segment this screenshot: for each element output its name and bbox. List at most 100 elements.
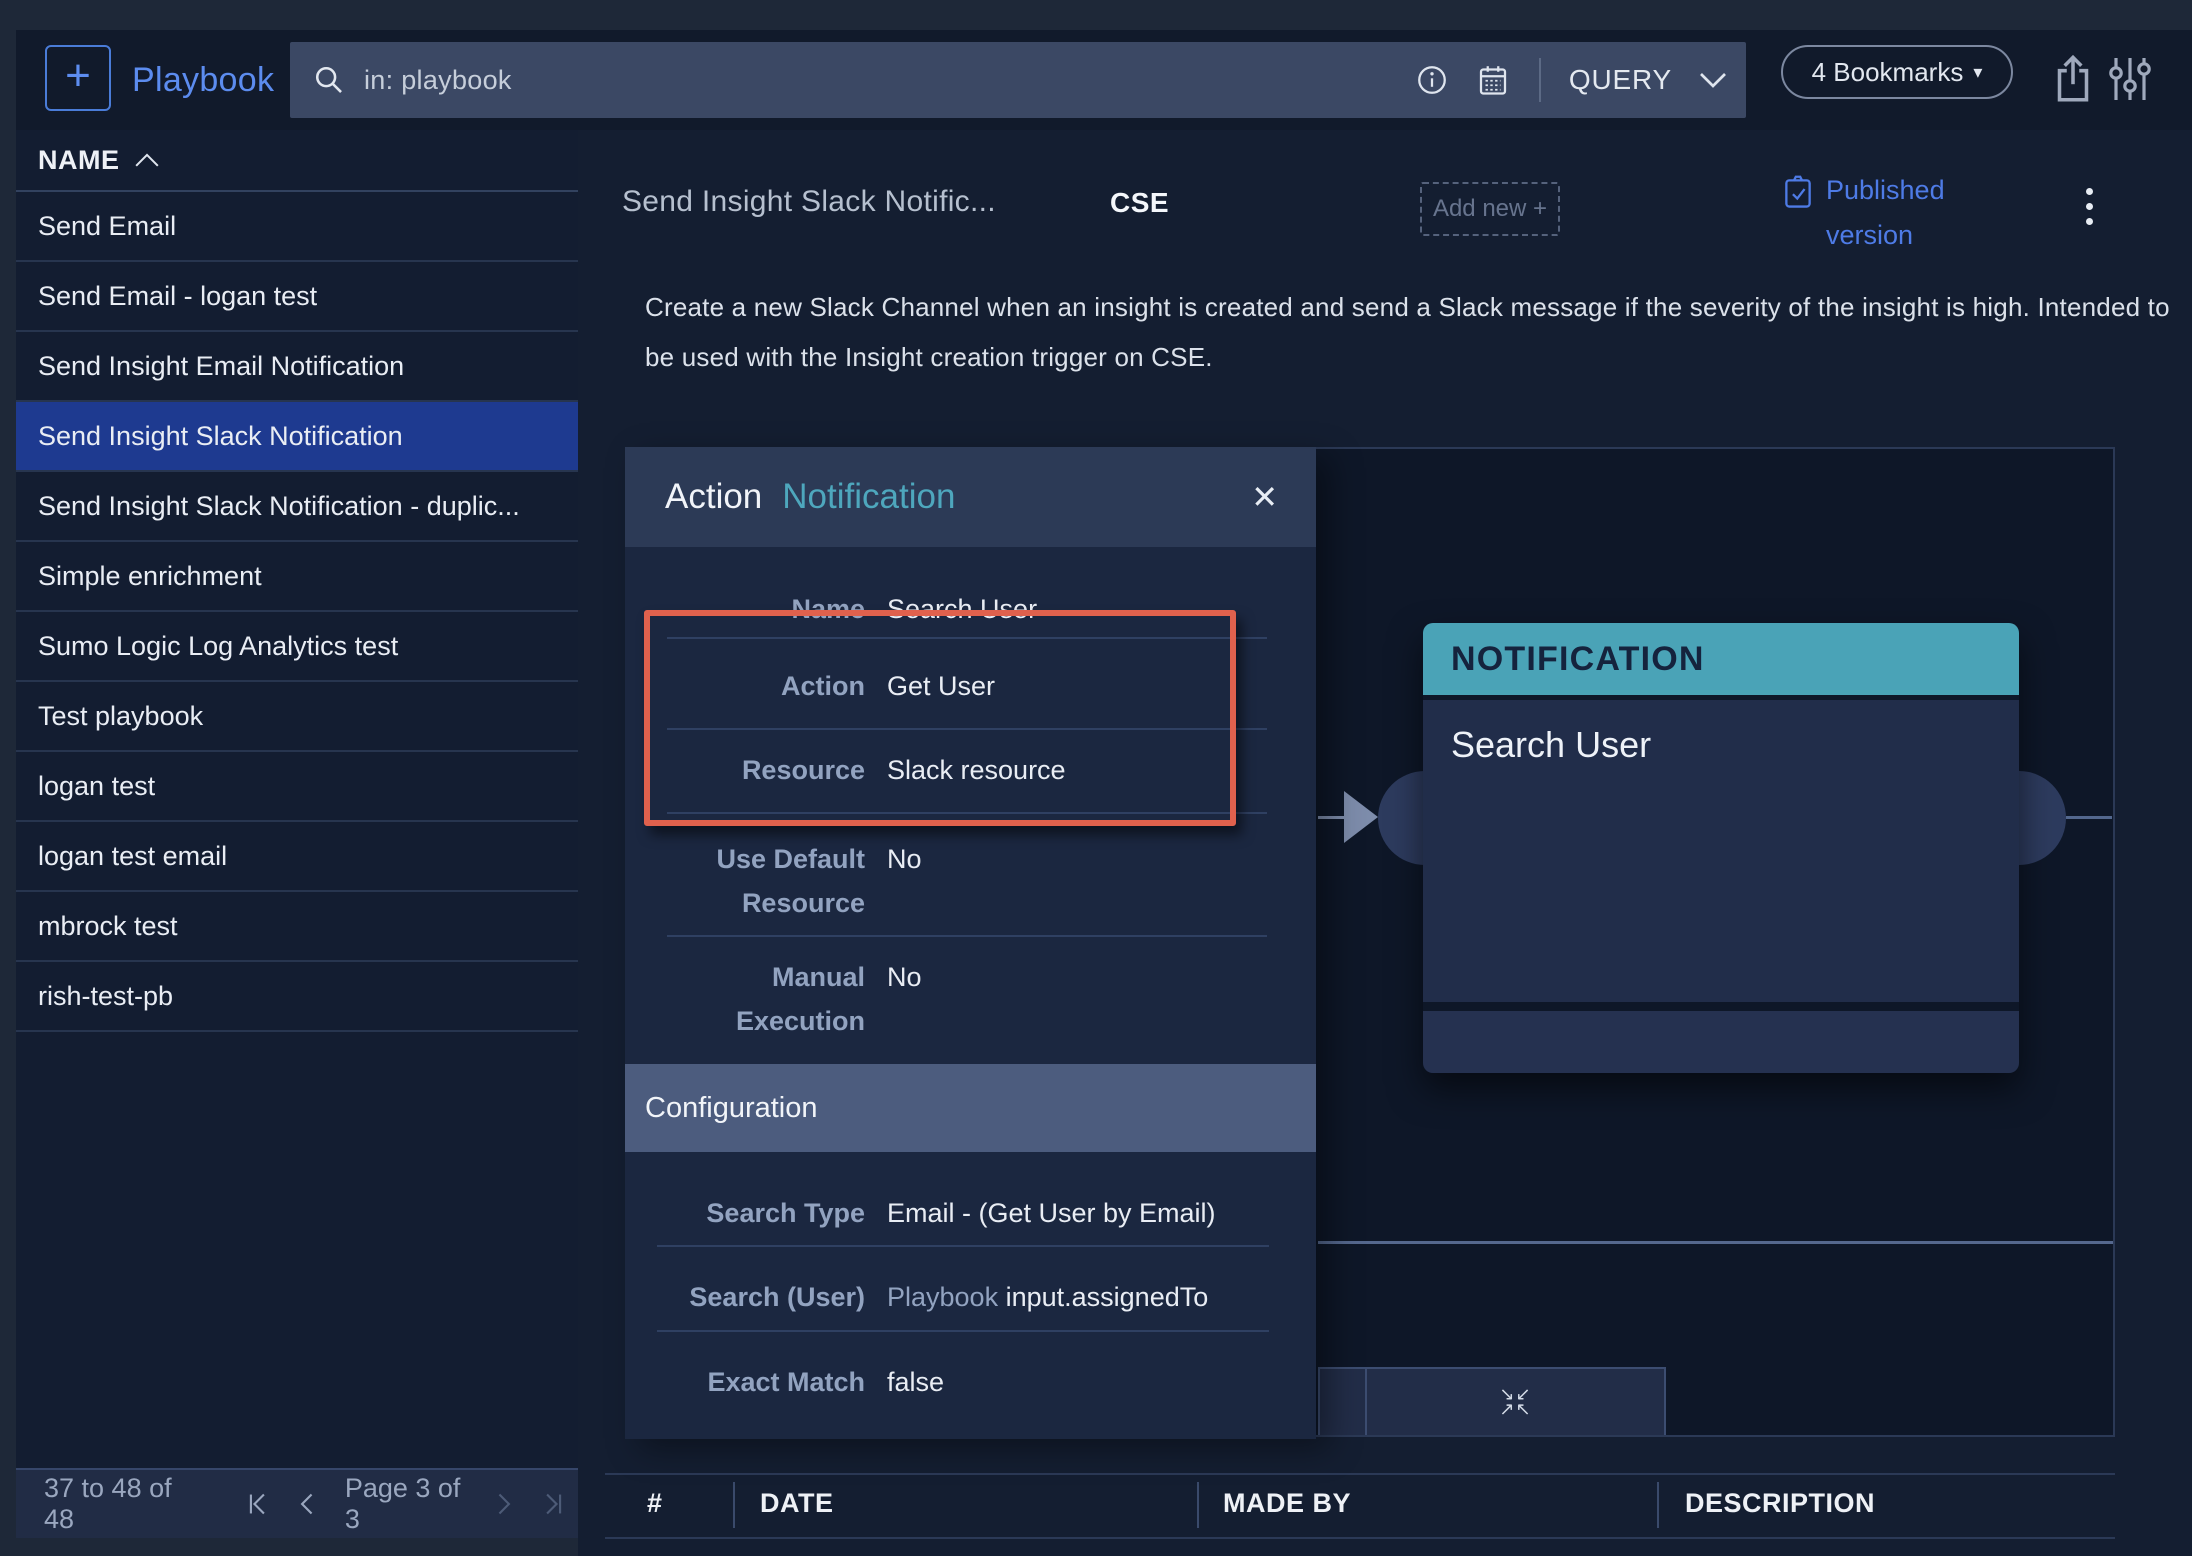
new-playbook-button[interactable]: + bbox=[45, 45, 111, 111]
calendar-icon[interactable] bbox=[1475, 62, 1511, 98]
field-label: Manual Execution bbox=[735, 962, 865, 1036]
next-page-button[interactable] bbox=[478, 1491, 528, 1517]
action-details-panel: Action Notification ✕ Name Search User A… bbox=[625, 447, 1316, 1439]
list-item[interactable]: Send Insight Email Notification bbox=[16, 332, 578, 402]
first-page-button[interactable] bbox=[233, 1491, 283, 1517]
row-divider bbox=[667, 637, 1267, 639]
field-row-use-default-resource: Use Default Resource No bbox=[625, 837, 1316, 925]
top-bar: + Playbook in: playbook QUERY 4 Bookmark… bbox=[16, 30, 2192, 130]
list-item[interactable]: Send Email - logan test bbox=[16, 262, 578, 332]
sort-chevron-up-icon bbox=[134, 152, 160, 168]
panel-type-label: Action bbox=[665, 477, 763, 516]
configuration-section-header: Configuration bbox=[625, 1064, 1316, 1152]
list-item[interactable]: logan test bbox=[16, 752, 578, 822]
field-label: Use Default Resource bbox=[716, 844, 865, 918]
table-header-description: DESCRIPTION bbox=[1685, 1488, 1876, 1518]
list-item[interactable]: Send Insight Slack Notification - duplic… bbox=[16, 472, 578, 542]
field-row-search-user: Search (User) Playbook input.assignedTo bbox=[625, 1275, 1316, 1319]
page-title-playbook: Playbook bbox=[132, 60, 275, 99]
playbook-description: Create a new Slack Channel when an insig… bbox=[645, 292, 2170, 372]
row-divider bbox=[667, 812, 1267, 814]
row-divider bbox=[657, 1245, 1269, 1247]
collapse-icon: ↗↖ bbox=[1499, 1399, 1532, 1419]
field-label: Name bbox=[791, 594, 865, 624]
field-row-exact-match: Exact Match false bbox=[625, 1360, 1316, 1404]
published-version-label: Published version bbox=[1826, 175, 1945, 250]
bookmarks-button[interactable]: 4 Bookmarks ▾ bbox=[1781, 45, 2013, 99]
panel-header: Action Notification ✕ bbox=[625, 447, 1316, 547]
close-icon[interactable]: ✕ bbox=[1251, 478, 1278, 516]
value-main: input.assignedTo bbox=[1005, 1282, 1209, 1312]
node-type-header: NOTIFICATION bbox=[1423, 623, 2019, 695]
flow-arrow-icon bbox=[1344, 791, 1378, 843]
field-value: Search User bbox=[887, 594, 1038, 624]
table-column-separator bbox=[1197, 1482, 1199, 1528]
field-label: Search (User) bbox=[689, 1282, 865, 1312]
last-page-button[interactable] bbox=[528, 1491, 578, 1517]
toolbar-cell bbox=[1320, 1369, 1367, 1435]
list-item[interactable]: Send Email bbox=[16, 192, 578, 262]
share-icon[interactable] bbox=[2048, 52, 2098, 106]
table-column-separator bbox=[733, 1482, 735, 1528]
kebab-menu-icon[interactable] bbox=[2074, 182, 2104, 230]
table-header-date: DATE bbox=[760, 1488, 834, 1518]
field-row-manual-execution: Manual Execution No bbox=[625, 955, 1316, 1043]
list-item[interactable]: logan test email bbox=[16, 822, 578, 892]
table-top-border bbox=[605, 1473, 2115, 1475]
list-item[interactable]: Sumo Logic Log Analytics test bbox=[16, 612, 578, 682]
flow-edge-in bbox=[1318, 816, 1346, 819]
value-prefix: Playbook bbox=[887, 1282, 999, 1312]
flow-edge-out bbox=[2066, 816, 2112, 819]
list-item-selected[interactable]: Send Insight Slack Notification bbox=[16, 402, 578, 472]
annotation-highlight-box bbox=[644, 610, 1236, 826]
name-column-label: NAME bbox=[38, 144, 120, 175]
published-version-link[interactable]: Published version bbox=[1782, 168, 1986, 258]
field-label: Resource bbox=[741, 755, 865, 785]
field-row-action: Action Get User bbox=[625, 664, 1316, 708]
list-item[interactable]: Simple enrichment bbox=[16, 542, 578, 612]
row-divider bbox=[657, 1330, 1269, 1332]
field-value: No bbox=[887, 844, 922, 874]
node-divider bbox=[1423, 1002, 2019, 1011]
table-header-made-by: MADE BY bbox=[1223, 1488, 1352, 1518]
table-header-number: # bbox=[647, 1488, 663, 1518]
add-new-button[interactable]: Add new + bbox=[1420, 182, 1560, 236]
table-bottom-border bbox=[605, 1537, 2115, 1539]
field-label: Search Type bbox=[706, 1198, 865, 1228]
field-row-resource: Resource Slack resource bbox=[625, 748, 1316, 792]
search-bar-divider bbox=[1538, 58, 1541, 102]
canvas-toolbar: ↘↙ ↗↖ bbox=[1318, 1367, 1666, 1435]
bookmarks-label: 4 Bookmarks bbox=[1811, 56, 1964, 87]
playbook-list: Send Email Send Email - logan test Send … bbox=[16, 192, 578, 1032]
search-input[interactable]: in: playbook bbox=[364, 65, 512, 96]
pagination-range-text: 37 to 48 of 48 bbox=[44, 1473, 172, 1534]
row-divider bbox=[667, 935, 1267, 937]
playbook-title: Send Insight Slack Notific... bbox=[622, 185, 996, 218]
list-item[interactable]: Test playbook bbox=[16, 682, 578, 752]
field-label: Exact Match bbox=[707, 1367, 865, 1397]
collapse-button[interactable]: ↘↙ ↗↖ bbox=[1367, 1369, 1664, 1435]
search-bar[interactable]: in: playbook QUERY bbox=[290, 42, 1746, 118]
info-icon[interactable] bbox=[1415, 63, 1449, 97]
playbook-sidebar: NAME Send Email Send Email - logan test … bbox=[16, 130, 578, 1538]
field-value: Slack resource bbox=[887, 755, 1066, 785]
field-value: false bbox=[887, 1367, 945, 1397]
field-value: Get User bbox=[887, 671, 996, 701]
clipboard-check-icon bbox=[1782, 174, 1814, 258]
list-item[interactable]: rish-test-pb bbox=[16, 962, 578, 1032]
node-footer bbox=[1423, 1011, 2019, 1073]
sliders-icon[interactable] bbox=[2104, 52, 2156, 106]
name-column-header[interactable]: NAME bbox=[16, 130, 578, 192]
panel-type-value: Notification bbox=[782, 477, 956, 516]
field-value: Playbook input.assignedTo bbox=[887, 1275, 1208, 1319]
chevron-down-icon[interactable] bbox=[1698, 69, 1728, 91]
caret-down-icon: ▾ bbox=[1973, 61, 1983, 82]
query-mode-button[interactable]: QUERY bbox=[1569, 64, 1672, 96]
prev-page-button[interactable] bbox=[283, 1491, 333, 1517]
notification-node[interactable]: NOTIFICATION Search User bbox=[1423, 623, 2019, 1073]
list-item[interactable]: mbrock test bbox=[16, 892, 578, 962]
search-icon bbox=[312, 63, 346, 97]
pagination-page-text: Page 3 of 3 bbox=[344, 1473, 461, 1534]
cse-tag: CSE bbox=[1110, 187, 1170, 218]
field-row-name: Name Search User bbox=[625, 587, 1316, 631]
